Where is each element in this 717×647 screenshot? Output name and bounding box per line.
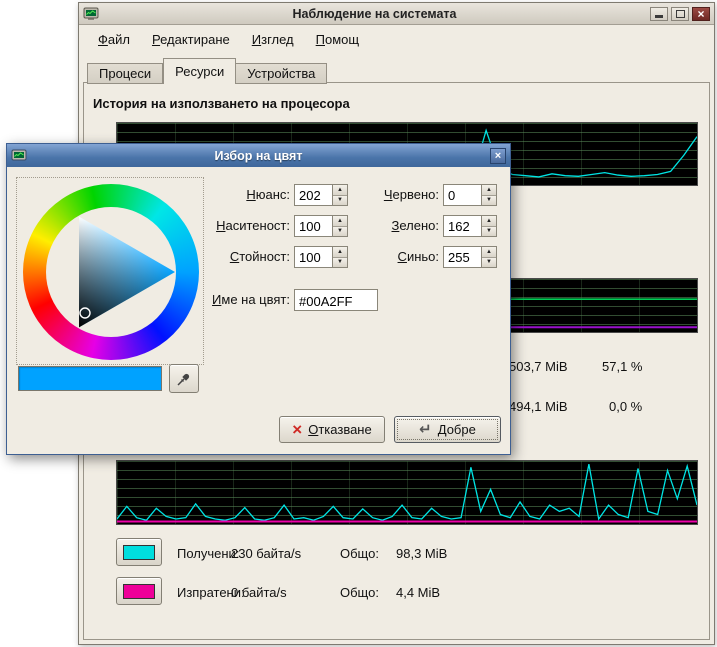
ok-icon: ↵ xyxy=(419,423,432,437)
maximize-button[interactable] xyxy=(671,7,689,21)
memory-used-percent: 57,1 % xyxy=(602,359,642,374)
received-color-swatch xyxy=(123,545,155,560)
minimize-button[interactable] xyxy=(650,7,668,21)
menu-bar: Файл Редактиране Изглед Помощ xyxy=(79,25,714,53)
sent-total: 4,4 MiB xyxy=(396,585,440,600)
green-spin-up[interactable]: ▲ xyxy=(482,216,496,227)
cancel-icon: × xyxy=(292,423,302,437)
sent-color-button[interactable] xyxy=(116,577,162,605)
dialog-close-icon: × xyxy=(495,150,501,162)
cancel-label: Отказване xyxy=(308,422,372,437)
saturation-input[interactable] xyxy=(295,216,332,236)
color-name-label: Име на цвят: xyxy=(157,292,290,307)
main-window-title: Наблюдение на системата xyxy=(99,7,650,21)
hue-input[interactable] xyxy=(295,185,332,205)
system-monitor-icon xyxy=(83,6,99,22)
green-spin-down[interactable]: ▼ xyxy=(482,227,496,237)
window-controls: × xyxy=(650,7,710,21)
saturation-label: Наситеност: xyxy=(157,218,290,233)
saturation-value-triangle[interactable] xyxy=(17,178,205,366)
received-rate: 230 байта/s xyxy=(231,546,301,561)
menu-edit[interactable]: Редактиране xyxy=(141,28,241,51)
color-name-input[interactable] xyxy=(294,289,378,311)
sent-rate: 0 байта/s xyxy=(231,585,287,600)
minimize-icon xyxy=(655,15,663,18)
desktop: Наблюдение на системата × Файл Редактира… xyxy=(0,0,717,647)
received-total: 98,3 MiB xyxy=(396,546,447,561)
cpu-section-title: История на използването на процесора xyxy=(93,96,350,111)
dialog-close-button[interactable]: × xyxy=(490,148,506,164)
cancel-button[interactable]: × Отказване xyxy=(279,416,385,443)
tab-processes[interactable]: Процеси xyxy=(87,63,163,84)
ok-label: Добре xyxy=(438,422,476,437)
eyedropper-button[interactable] xyxy=(169,364,199,393)
received-total-label: Общо: xyxy=(340,546,379,561)
dialog-icon xyxy=(11,148,27,164)
menu-help[interactable]: Помощ xyxy=(305,28,370,51)
swap-used-value: 494,1 MiB xyxy=(509,399,568,414)
blue-label: Синьо: xyxy=(337,249,439,264)
menu-file[interactable]: Файл xyxy=(87,28,141,51)
tab-devices[interactable]: Устройства xyxy=(236,63,327,84)
blue-spin-up[interactable]: ▲ xyxy=(482,247,496,258)
value-input[interactable] xyxy=(295,247,332,267)
sent-total-label: Общо: xyxy=(340,585,379,600)
green-input[interactable] xyxy=(444,216,481,236)
swap-used-percent: 0,0 % xyxy=(609,399,642,414)
hue-label: Нюанс: xyxy=(157,187,290,202)
dialog-title: Избор на цвят xyxy=(27,149,490,163)
green-label: Зелено: xyxy=(337,218,439,233)
maximize-icon xyxy=(676,10,685,18)
red-spin-up[interactable]: ▲ xyxy=(482,185,496,196)
sent-color-swatch xyxy=(123,584,155,599)
color-picker-dialog: Избор на цвят × xyxy=(6,143,511,455)
dialog-titlebar[interactable]: Избор на цвят × xyxy=(7,144,510,167)
tab-bar: Процеси Ресурси Устройства xyxy=(87,58,327,84)
received-color-button[interactable] xyxy=(116,538,162,566)
red-spinbox: ▲▼ xyxy=(443,184,497,206)
green-spinbox: ▲▼ xyxy=(443,215,497,237)
red-label: Червено: xyxy=(337,187,439,202)
memory-used-value: 503,7 MiB xyxy=(509,359,568,374)
blue-spin-down[interactable]: ▼ xyxy=(482,258,496,268)
network-history-chart xyxy=(116,460,698,525)
ok-button[interactable]: ↵ Добре xyxy=(394,416,501,443)
color-preview xyxy=(18,366,162,391)
close-button[interactable]: × xyxy=(692,7,710,21)
tab-resources[interactable]: Ресурси xyxy=(163,58,236,84)
main-window-titlebar[interactable]: Наблюдение на системата × xyxy=(79,3,714,25)
eyedropper-icon xyxy=(176,371,192,387)
red-spin-down[interactable]: ▼ xyxy=(482,196,496,206)
color-wheel[interactable] xyxy=(16,177,204,365)
blue-spinbox: ▲▼ xyxy=(443,246,497,268)
blue-input[interactable] xyxy=(444,247,481,267)
value-label: Стойност: xyxy=(157,249,290,264)
close-icon: × xyxy=(697,8,704,20)
red-input[interactable] xyxy=(444,185,481,205)
menu-view[interactable]: Изглед xyxy=(241,28,305,51)
